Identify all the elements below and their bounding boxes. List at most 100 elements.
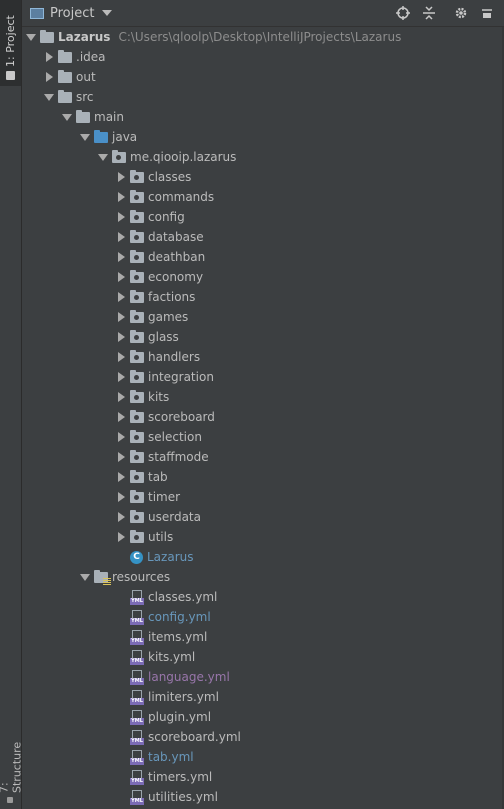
tree-node-yml-file[interactable]: YML kits.yml	[116, 647, 195, 667]
collapse-arrow-icon[interactable]	[116, 432, 126, 442]
node-label: commands	[148, 190, 215, 204]
node-label: games	[148, 310, 189, 324]
gear-icon	[455, 7, 467, 19]
tree-node-package-folder[interactable]: tab	[116, 467, 168, 487]
tree-node-yml-file[interactable]: YML classes.yml	[116, 587, 217, 607]
expand-arrow-icon[interactable]	[26, 32, 36, 42]
collapse-arrow-icon[interactable]	[116, 172, 126, 182]
tree-node-yml-file[interactable]: YML tab.yml	[116, 747, 194, 767]
collapse-arrow-icon[interactable]	[116, 532, 126, 542]
collapse-arrow-icon[interactable]	[116, 452, 126, 462]
node-label: me.qiooip.lazarus	[130, 150, 237, 164]
tree-node-package-folder[interactable]: games	[116, 307, 188, 327]
package-icon	[130, 289, 144, 303]
project-tree: Lazarus C:\Users\qloolp\Desktop\IntelliJ…	[22, 27, 504, 809]
tree-node-package-folder[interactable]: config	[116, 207, 185, 227]
tree-node-resources[interactable]: resources	[80, 567, 170, 587]
tree-node-package-folder[interactable]: deathban	[116, 247, 205, 267]
tree-node-package-folder[interactable]: factions	[116, 287, 195, 307]
package-icon	[112, 149, 126, 163]
tree-node-package-folder[interactable]: utils	[116, 527, 173, 547]
package-icon	[130, 449, 144, 463]
module-folder-icon	[40, 29, 54, 43]
tree-node-out[interactable]: out	[44, 67, 96, 87]
collapse-all-button[interactable]	[420, 4, 438, 22]
tree-node-package-folder[interactable]: staffmode	[116, 447, 209, 467]
node-label: utils	[148, 530, 174, 544]
collapse-arrow-icon[interactable]	[116, 512, 126, 522]
collapse-arrow-icon[interactable]	[116, 492, 126, 502]
collapse-arrow-icon[interactable]	[116, 232, 126, 242]
collapse-arrow-icon[interactable]	[116, 472, 126, 482]
locate-button[interactable]	[394, 4, 412, 22]
tree-node-main-class[interactable]: C Lazarus	[116, 547, 193, 567]
expand-arrow-icon[interactable]	[44, 92, 54, 102]
view-selector[interactable]: Project	[30, 4, 113, 22]
tree-node-root[interactable]: Lazarus C:\Users\qloolp\Desktop\IntelliJ…	[26, 27, 401, 47]
yml-file-icon: YML	[130, 669, 144, 685]
expand-arrow-icon[interactable]	[98, 152, 108, 162]
collapse-arrow-icon[interactable]	[116, 332, 126, 342]
settings-button[interactable]	[452, 4, 470, 22]
node-label: src	[76, 90, 94, 104]
node-label: deathban	[148, 250, 206, 264]
expand-arrow-icon[interactable]	[80, 572, 90, 582]
tree-node-yml-file[interactable]: YML limiters.yml	[116, 687, 219, 707]
tree-node-idea[interactable]: .idea	[44, 47, 106, 67]
collapse-arrow-icon[interactable]	[116, 192, 126, 202]
collapse-arrow-icon[interactable]	[116, 252, 126, 262]
node-label: items.yml	[148, 630, 208, 644]
node-label: java	[112, 130, 138, 144]
tree-node-package-folder[interactable]: classes	[116, 167, 191, 187]
tree-node-package-folder[interactable]: timer	[116, 487, 180, 507]
collapse-arrow-icon[interactable]	[116, 412, 126, 422]
tree-node-java[interactable]: java	[80, 127, 137, 147]
tree-node-package-folder[interactable]: commands	[116, 187, 214, 207]
collapse-arrow-icon[interactable]	[116, 212, 126, 222]
collapse-arrow-icon[interactable]	[116, 312, 126, 322]
tree-node-package-folder[interactable]: database	[116, 227, 204, 247]
collapse-arrow-icon[interactable]	[116, 372, 126, 382]
tree-node-package-folder[interactable]: userdata	[116, 507, 201, 527]
package-icon	[130, 269, 144, 283]
collapse-arrow-icon[interactable]	[116, 272, 126, 282]
node-label: main	[94, 110, 124, 124]
tree-node-yml-file[interactable]: YML plugin.yml	[116, 707, 211, 727]
node-label: language.yml	[148, 670, 230, 684]
node-label: utilities.yml	[148, 790, 218, 804]
tree-node-package-folder[interactable]: glass	[116, 327, 179, 347]
folder-icon	[58, 49, 72, 63]
collapse-arrow-icon[interactable]	[116, 292, 126, 302]
hide-panel-button[interactable]	[478, 4, 496, 22]
node-label: .idea	[76, 50, 106, 64]
tree-node-package-folder[interactable]: selection	[116, 427, 202, 447]
tree-node-yml-file[interactable]: YML utilities.yml	[116, 787, 218, 807]
collapse-arrow-icon[interactable]	[116, 352, 126, 362]
left-tool-strip: 1: Project 7: Structure	[0, 0, 24, 809]
tree-node-package-folder[interactable]: integration	[116, 367, 214, 387]
source-folder-icon	[94, 129, 108, 143]
tree-node-package-folder[interactable]: scoreboard	[116, 407, 215, 427]
collapse-arrow-icon[interactable]	[116, 392, 126, 402]
expand-arrow-icon[interactable]	[62, 112, 72, 122]
project-tool-tab[interactable]: 1: Project	[0, 0, 21, 86]
tree-node-yml-file[interactable]: YML timers.yml	[116, 767, 212, 787]
tree-node-src[interactable]: src	[44, 87, 94, 107]
tree-node-yml-file[interactable]: YML language.yml	[116, 667, 230, 687]
folder-icon	[76, 109, 90, 123]
tree-node-package[interactable]: me.qiooip.lazarus	[98, 147, 236, 167]
collapse-arrow-icon[interactable]	[44, 72, 54, 82]
yml-file-icon: YML	[130, 769, 144, 785]
tree-node-main[interactable]: main	[62, 107, 124, 127]
tree-node-package-folder[interactable]: handlers	[116, 347, 200, 367]
tree-node-package-folder[interactable]: economy	[116, 267, 203, 287]
tree-node-package-folder[interactable]: kits	[116, 387, 169, 407]
structure-tool-tab[interactable]: 7: Structure	[0, 736, 24, 809]
tree-node-yml-file[interactable]: YML items.yml	[116, 627, 207, 647]
project-tab-label: 1: Project	[4, 15, 17, 67]
package-icon	[130, 229, 144, 243]
tree-node-yml-file[interactable]: YML config.yml	[116, 607, 211, 627]
tree-node-yml-file[interactable]: YML scoreboard.yml	[116, 727, 241, 747]
expand-arrow-icon[interactable]	[80, 132, 90, 142]
collapse-arrow-icon[interactable]	[44, 52, 54, 62]
